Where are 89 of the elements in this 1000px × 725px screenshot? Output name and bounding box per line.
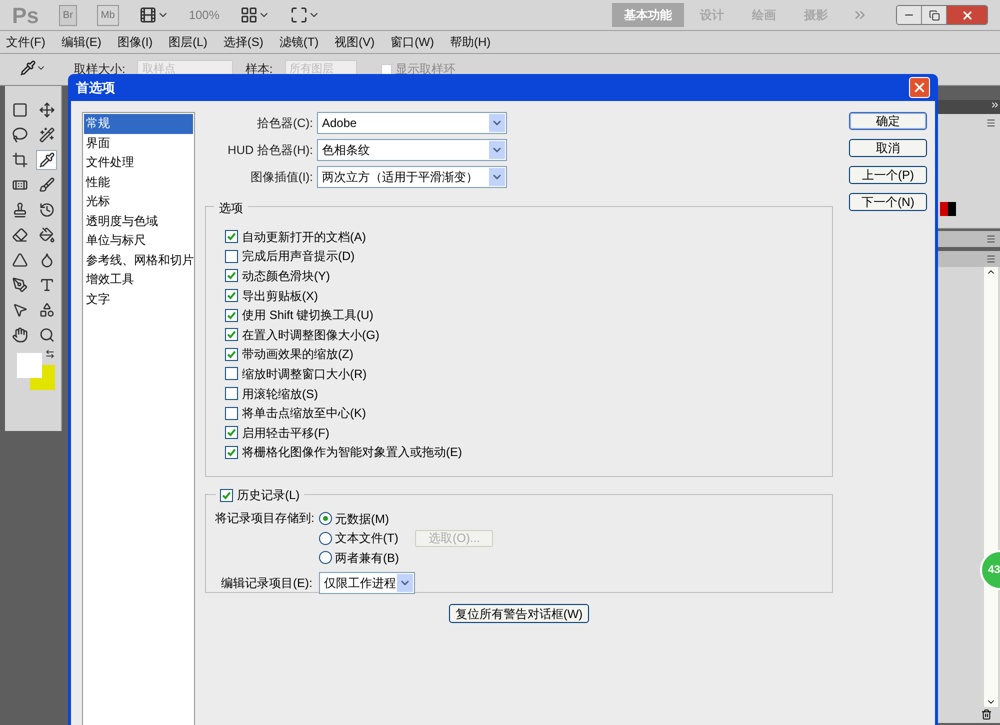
category-item[interactable]: 界面 [84, 134, 193, 153]
field-label: 图像插值(I): [249, 169, 313, 186]
menu-item[interactable]: 图像(I) [117, 33, 153, 51]
category-item[interactable]: 参考线、网格和切片 [84, 250, 193, 270]
field-label: HUD 拾色器(H): [226, 142, 313, 159]
dropdown[interactable]: Adobe [317, 112, 507, 134]
checkbox[interactable] [225, 387, 238, 400]
menu-item[interactable]: 帮助(H) [450, 33, 491, 51]
option-label: 带动画效果的缩放(Z) [242, 346, 354, 364]
menu-item[interactable]: 图层(L) [168, 33, 208, 51]
option-label: 启用轻击平移(F) [242, 424, 330, 442]
menu-item[interactable]: 选择(S) [223, 33, 264, 51]
menu-item[interactable]: 编辑(E) [61, 33, 102, 51]
eyedropper-icon[interactable] [20, 60, 46, 76]
checkbox[interactable] [225, 250, 238, 263]
app-logo: Ps [12, 2, 39, 30]
radio-label: 文本文件(T) [335, 530, 398, 548]
option-label: 完成后用声音提示(D) [242, 248, 355, 266]
checkbox[interactable] [225, 230, 238, 244]
radio-button[interactable] [319, 551, 332, 564]
category-item[interactable]: 透明度与色域 [84, 212, 193, 231]
foreground-swatch[interactable] [17, 353, 42, 378]
sample-size-label: 取样大小: [74, 61, 126, 78]
dropdown[interactable]: 两次立方（适用于平滑渐变） [317, 166, 507, 188]
dropdown[interactable]: 色相条纹 [317, 139, 507, 161]
edit-label: 编辑记录项目(E): [221, 574, 314, 592]
panel-menu-icon[interactable] [986, 254, 996, 264]
close-icon[interactable] [909, 77, 930, 98]
option-label: 自动更新打开的文档(A) [242, 228, 366, 246]
menu-item[interactable]: 滤镜(T) [279, 33, 319, 51]
radio-button[interactable] [319, 532, 332, 545]
restore-icon[interactable] [922, 6, 947, 24]
category-item[interactable]: 光标 [84, 192, 193, 212]
dialog-button[interactable]: 下一个(N) [849, 193, 927, 211]
category-item[interactable]: 文字 [84, 290, 193, 309]
show-ring-label: 显示取样环 [396, 61, 456, 78]
dialog-button[interactable]: 确定 [849, 112, 927, 130]
category-item[interactable]: 性能 [84, 172, 193, 192]
checkbox[interactable] [225, 348, 238, 361]
panel-menu-icon[interactable] [986, 118, 996, 128]
background-swatch[interactable] [30, 365, 55, 390]
option-label: 使用 Shift 键切换工具(U) [242, 307, 374, 324]
option-label: 动态颜色滑块(Y) [242, 268, 330, 285]
option-label: 用滚轮缩放(S) [242, 386, 318, 403]
store-label: 将记录项目存储到: [215, 510, 316, 527]
menu-item[interactable]: 视图(V) [334, 33, 375, 51]
layout-icon[interactable] [240, 6, 270, 24]
category-item[interactable]: 单位与标尺 [84, 231, 193, 250]
option-label: 缩放时调整窗口大小(R) [242, 366, 367, 383]
checkbox[interactable] [225, 289, 238, 302]
reset-button[interactable]: 复位所有警告对话框(W) [449, 604, 589, 623]
radio-label: 元数据(M) [335, 510, 389, 528]
color-chip-icon [940, 202, 956, 216]
sample-label: 样本: [245, 61, 273, 78]
category-item[interactable]: 常规 [84, 114, 193, 134]
checkbox[interactable] [225, 446, 238, 459]
category-item[interactable]: 增效工具 [84, 270, 193, 290]
menu-item[interactable]: 文件(F) [6, 33, 46, 51]
film-icon[interactable] [138, 6, 169, 24]
expand-icon[interactable] [990, 100, 1000, 110]
option-label: 导出剪贴板(X) [242, 288, 318, 305]
option-label: 将单击点缩放至中心(K) [242, 405, 366, 422]
swap-colors-icon[interactable] [45, 349, 55, 359]
dialog-button[interactable]: 上一个(P) [849, 166, 927, 184]
checkbox[interactable] [220, 488, 233, 502]
category-item[interactable]: 文件处理 [84, 153, 193, 172]
checkbox[interactable] [225, 406, 238, 420]
dropdown[interactable]: 仅限工作进程 [319, 572, 415, 594]
radio-label: 两者兼有(B) [335, 550, 399, 567]
field-label: 拾色器(C): [256, 115, 313, 132]
option-label: 将栅格化图像作为智能对象置入或拖动(E) [242, 444, 462, 462]
checkbox[interactable] [225, 367, 238, 380]
screen-mode-icon[interactable] [290, 6, 320, 24]
checkbox[interactable] [225, 308, 238, 322]
group-title: 选项 [214, 199, 248, 217]
checkbox[interactable] [225, 328, 238, 342]
checkbox[interactable] [225, 426, 238, 440]
scrollbar[interactable] [984, 267, 998, 707]
eyedropper-icon[interactable] [36, 150, 57, 170]
trash-icon[interactable] [981, 709, 992, 720]
dialog-title: 首选项 [76, 78, 116, 97]
menu-item[interactable]: 窗口(W) [390, 33, 434, 51]
radio-button[interactable] [319, 512, 332, 526]
option-label: 在置入时调整图像大小(G) [242, 326, 380, 344]
history-label: 历史记录(L) [237, 487, 300, 504]
dialog-button[interactable]: 取消 [849, 139, 927, 157]
checkbox[interactable] [225, 269, 238, 282]
panel-menu-icon[interactable] [986, 234, 996, 244]
close-icon[interactable] [947, 6, 987, 24]
